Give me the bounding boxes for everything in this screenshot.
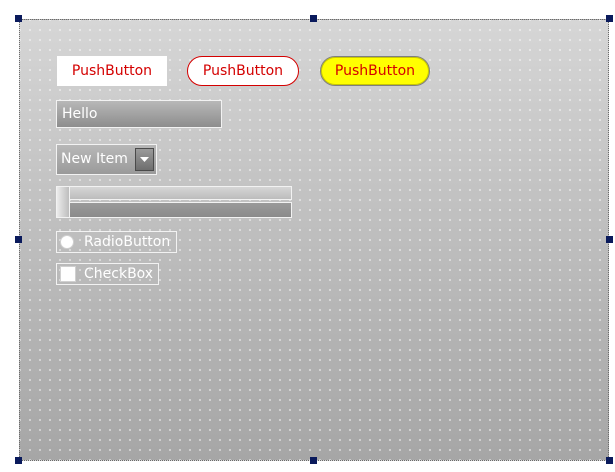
radio-button[interactable]: RadioButton	[56, 231, 177, 253]
slider-handle[interactable]	[56, 186, 70, 218]
hello-line-edit[interactable]: Hello	[56, 100, 222, 128]
designer-canvas: PushButton PushButton PushButton Hello N…	[0, 0, 615, 472]
checkbox-square-icon[interactable]	[60, 266, 76, 282]
resize-handle-right[interactable]	[606, 236, 613, 243]
horizontal-slider[interactable]	[56, 186, 292, 218]
chevron-down-icon[interactable]	[135, 148, 154, 171]
check-box-label: CheckBox	[84, 266, 154, 282]
radio-circle-icon[interactable]	[60, 235, 74, 249]
resize-handle-bottom-right[interactable]	[606, 457, 613, 464]
combo-box-value: New Item	[61, 151, 128, 167]
slider-groove-upper	[56, 186, 292, 200]
resize-handle-top-left[interactable]	[15, 15, 22, 22]
resize-handle-top-right[interactable]	[606, 15, 613, 22]
resize-handle-top[interactable]	[310, 15, 317, 22]
slider-groove-lower	[56, 202, 292, 218]
form-canvas[interactable]: PushButton PushButton PushButton Hello N…	[19, 19, 609, 461]
check-box[interactable]: CheckBox	[56, 263, 159, 285]
resize-handle-left[interactable]	[15, 236, 22, 243]
push-button-yellow[interactable]: PushButton	[320, 56, 430, 86]
push-button-plain[interactable]: PushButton	[57, 56, 167, 86]
resize-handle-bottom-left[interactable]	[15, 457, 22, 464]
radio-button-label: RadioButton	[84, 234, 171, 250]
push-button-rounded-red[interactable]: PushButton	[187, 56, 299, 86]
resize-handle-bottom[interactable]	[310, 457, 317, 464]
new-item-combo-box[interactable]: New Item	[56, 144, 157, 175]
